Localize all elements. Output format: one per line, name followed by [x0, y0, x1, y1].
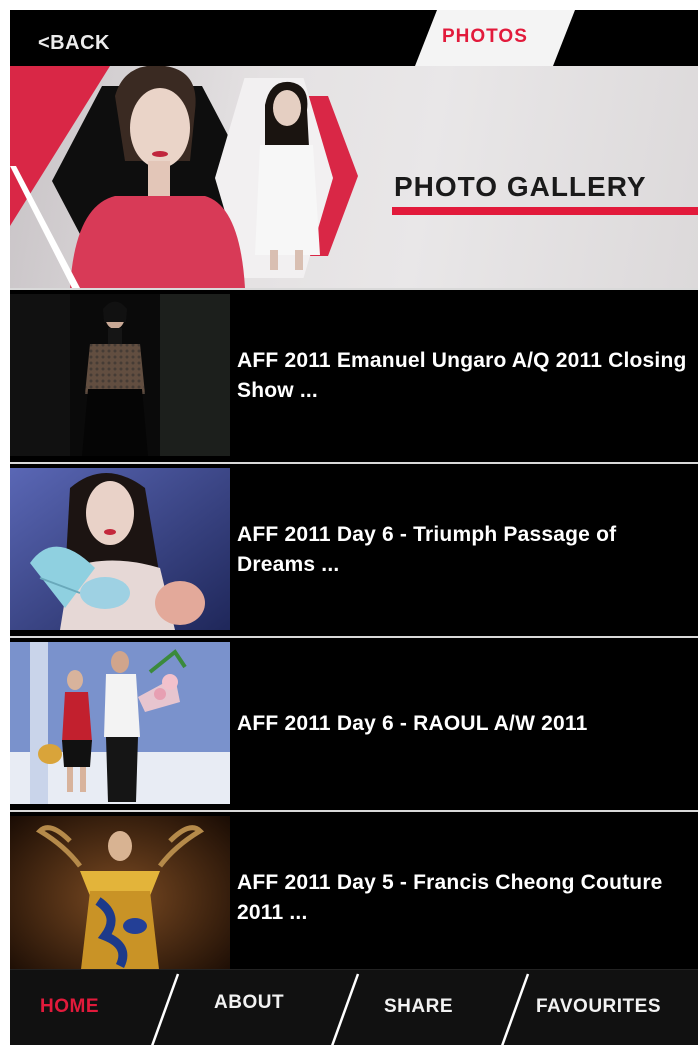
banner-model-image	[70, 66, 245, 288]
gallery-item-title: AFF 2011 Day 6 - RAOUL A/W 2011	[237, 712, 588, 735]
gallery-thumbnail	[10, 294, 230, 456]
nav-about[interactable]: ABOUT	[214, 992, 284, 1014]
tab-photos[interactable]: PHOTOS	[442, 26, 528, 48]
back-button[interactable]: <BACK	[38, 32, 110, 55]
gallery-list: AFF 2011 Emanuel Ungaro A/Q 2011 Closing…	[10, 290, 698, 984]
nav-home[interactable]: HOME	[40, 996, 99, 1018]
banner-title: PHOTO GALLERY	[394, 171, 647, 202]
nav-share[interactable]: SHARE	[384, 996, 453, 1018]
gallery-item-title: AFF 2011 Day 6 - Triumph Passage of Drea…	[237, 523, 617, 576]
nav-separator	[501, 973, 530, 1045]
bottom-nav: HOME ABOUT SHARE FAVOURITES	[10, 969, 698, 1045]
photo-gallery-banner: PHOTO GALLERY	[10, 66, 698, 288]
nav-separator	[331, 973, 360, 1045]
nav-separator	[151, 973, 180, 1045]
gallery-item-title: AFF 2011 Day 5 - Francis Cheong Couture …	[237, 871, 663, 924]
banner-model-image	[255, 81, 320, 270]
banner-title-underline	[392, 207, 698, 215]
gallery-thumbnail	[10, 816, 230, 978]
gallery-list-item[interactable]: AFF 2011 Day 6 - RAOUL A/W 2011	[10, 638, 698, 812]
gallery-list-item[interactable]: AFF 2011 Emanuel Ungaro A/Q 2011 Closing…	[10, 290, 698, 464]
gallery-item-title: AFF 2011 Emanuel Ungaro A/Q 2011 Closing…	[237, 349, 687, 402]
app-screen: <BACK PHOTOS PHOTO GALLERY AFF 2011 Eman…	[10, 10, 698, 1045]
top-bar: <BACK PHOTOS	[10, 10, 698, 66]
gallery-list-item[interactable]: AFF 2011 Day 5 - Francis Cheong Couture …	[10, 812, 698, 984]
gallery-thumbnail	[10, 468, 230, 630]
nav-favourites[interactable]: FAVOURITES	[536, 996, 661, 1018]
gallery-list-item[interactable]: AFF 2011 Day 6 - Triumph Passage of Drea…	[10, 464, 698, 638]
gallery-thumbnail	[10, 642, 230, 804]
